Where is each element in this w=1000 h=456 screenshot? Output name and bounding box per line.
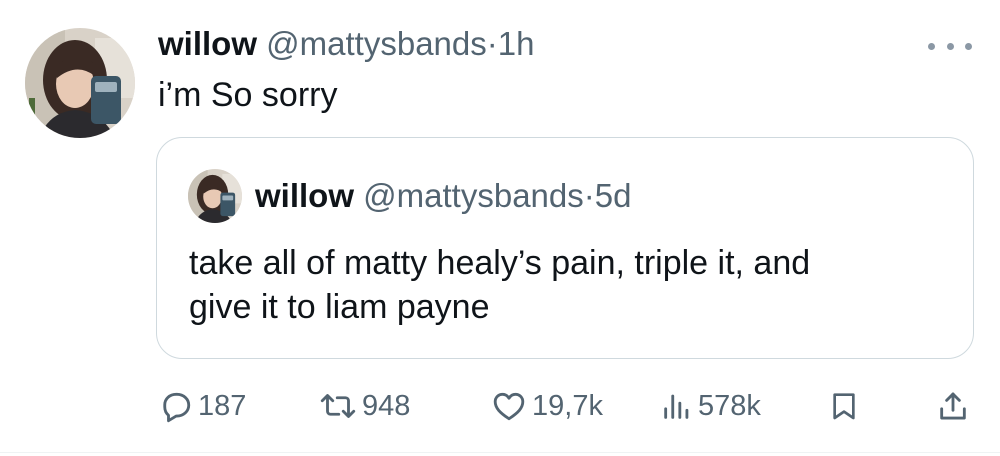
retweet-count: 948 (362, 389, 411, 422)
quoted-tweet-line: give it to liam payne (189, 288, 490, 326)
author-handle[interactable]: @mattysbands (266, 25, 487, 62)
retweet-button[interactable]: 948 (318, 386, 410, 426)
quoted-tweet-line: take all of matty healy’s pain, triple i… (189, 244, 811, 282)
share-button[interactable] (936, 386, 970, 426)
quoted-tweet-header: willow @mattysbands·5d (255, 176, 631, 216)
share-icon (936, 388, 970, 424)
retweet-icon (318, 388, 358, 424)
divider (0, 452, 1000, 453)
views-icon (660, 388, 694, 424)
author-avatar[interactable] (25, 28, 135, 138)
bookmark-button[interactable] (828, 386, 860, 426)
reply-icon (158, 388, 194, 424)
quoted-author-handle: @mattysbands (363, 177, 584, 214)
reply-count: 187 (198, 389, 247, 422)
author-name[interactable]: willow (158, 25, 257, 62)
quoted-author-avatar (188, 169, 242, 223)
tweet-timestamp[interactable]: 1h (498, 25, 535, 62)
like-count: 19,7k (532, 389, 603, 422)
separator-dot: · (583, 177, 595, 214)
views-count: 578k (698, 389, 761, 422)
separator-dot: · (486, 25, 498, 62)
views-button[interactable]: 578k (660, 386, 761, 426)
tweet-text: i’m So sorry (158, 76, 338, 114)
quoted-author-name: willow (255, 177, 354, 214)
quoted-tweet-text: take all of matty healy’s pain, triple i… (189, 241, 949, 329)
quoted-tweet-card[interactable]: willow @mattysbands·5d take all of matty… (156, 137, 974, 359)
quoted-tweet-timestamp: 5d (594, 177, 632, 214)
tweet-header: willow @mattysbands·1h (158, 24, 534, 64)
more-horizontal-icon[interactable] (928, 34, 972, 58)
bookmark-icon (828, 388, 860, 424)
like-icon (490, 388, 528, 424)
like-button[interactable]: 19,7k (490, 386, 603, 426)
reply-button[interactable]: 187 (158, 386, 246, 426)
